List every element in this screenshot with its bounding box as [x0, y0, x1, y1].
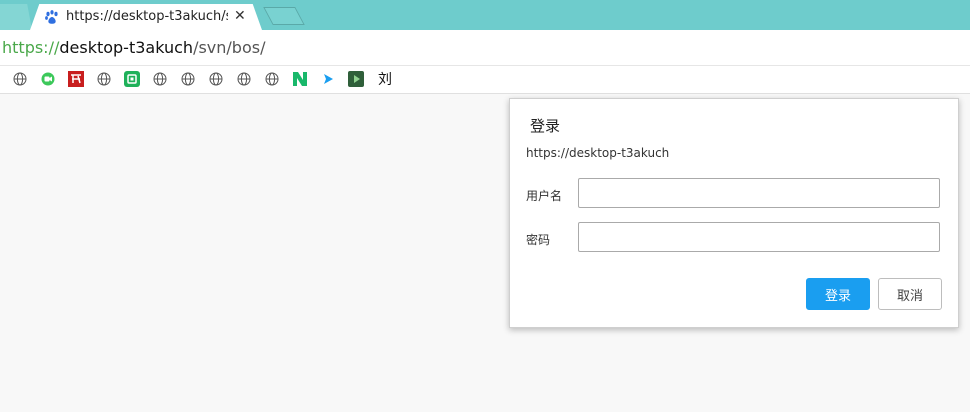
red-logo-icon[interactable]: [68, 71, 84, 87]
green-n-icon[interactable]: [292, 71, 308, 87]
close-tab-icon[interactable]: ✕: [234, 8, 246, 24]
browser-tab[interactable]: https://desktop-t3akuch/svn/bos/ ✕: [30, 4, 262, 30]
dark-play-icon[interactable]: [348, 71, 364, 87]
username-label: 用户名: [526, 189, 563, 203]
globe-icon[interactable]: [180, 71, 196, 87]
login-dialog: 登录 https://desktop-t3akuch 用户名 密码 登录 取消: [509, 98, 959, 328]
bookmark-text-glyph[interactable]: 刘: [376, 71, 394, 88]
url-scheme: https://: [2, 38, 60, 57]
globe-icon[interactable]: [152, 71, 168, 87]
globe-icon[interactable]: [264, 71, 280, 87]
url-path: /svn/bos/: [193, 38, 266, 57]
url-host: desktop-t3akuch: [59, 38, 194, 57]
baidu-paw-icon: [44, 9, 60, 25]
globe-icon[interactable]: [236, 71, 252, 87]
dialog-title: 登录: [530, 117, 561, 135]
password-label: 密码: [526, 233, 551, 247]
previous-tab-stub[interactable]: [0, 4, 32, 30]
tab-title: https://desktop-t3akuch/svn/bos/: [66, 9, 228, 24]
green-square-icon[interactable]: [124, 71, 140, 87]
blue-play-icon[interactable]: [320, 71, 336, 87]
globe-icon[interactable]: [208, 71, 224, 87]
cancel-button[interactable]: 取消: [878, 278, 942, 310]
globe-icon[interactable]: [96, 71, 112, 87]
password-field[interactable]: [578, 222, 940, 252]
username-field[interactable]: [578, 178, 940, 208]
globe-icon[interactable]: [12, 71, 28, 87]
address-bar[interactable]: https://desktop-t3akuch/svn/bos/: [0, 30, 970, 66]
new-tab-icon[interactable]: [263, 7, 305, 25]
url-text[interactable]: https://desktop-t3akuch/svn/bos/: [2, 38, 265, 58]
green-camera-icon[interactable]: [40, 71, 56, 87]
bookmarks-bar: 刘: [0, 66, 970, 94]
login-button[interactable]: 登录: [806, 278, 870, 310]
dialog-host: https://desktop-t3akuch: [526, 146, 670, 160]
tab-strip: https://desktop-t3akuch/svn/bos/ ✕: [0, 0, 970, 30]
